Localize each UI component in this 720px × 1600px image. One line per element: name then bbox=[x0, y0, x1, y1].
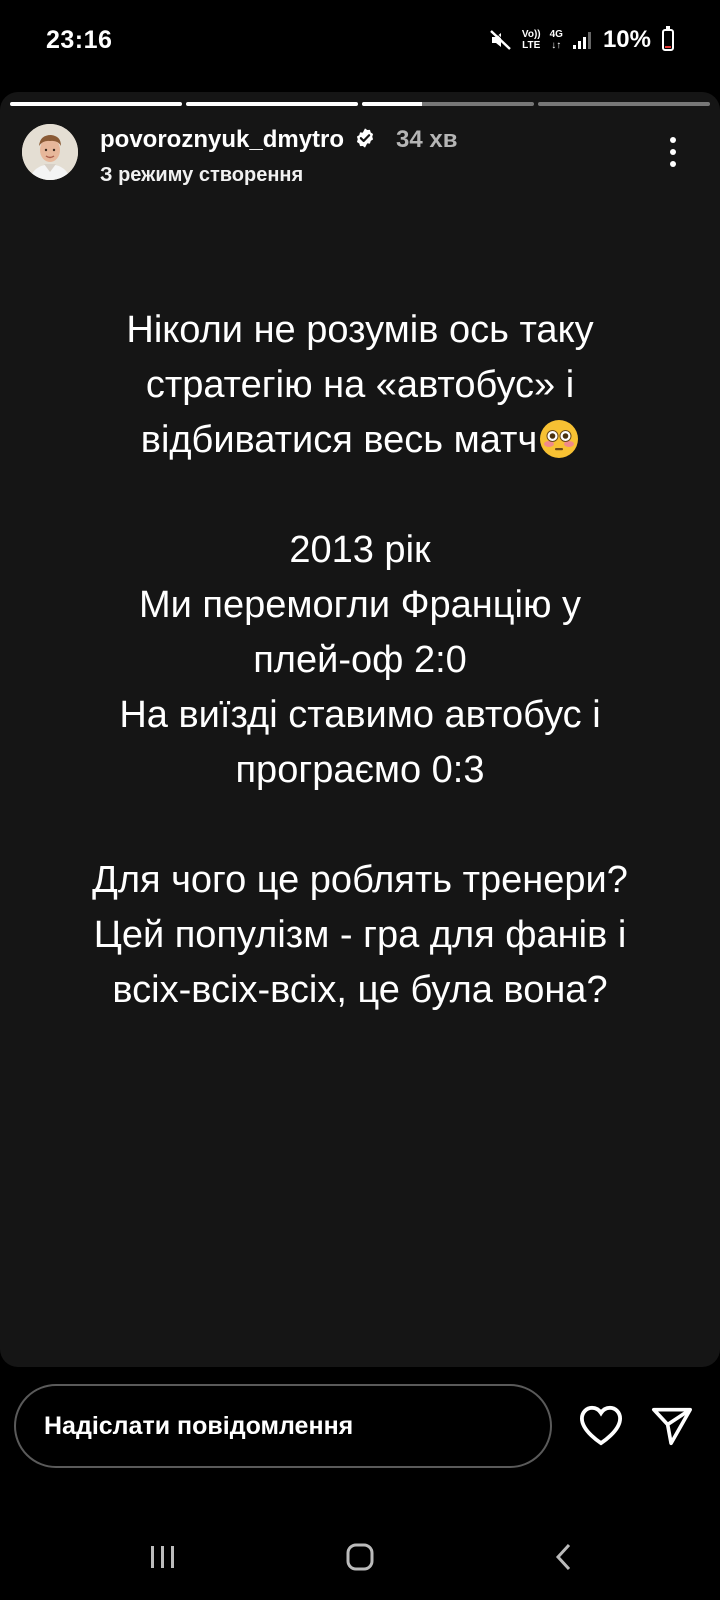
story-header: povoroznyuk_dmytro 34 хв З режиму створе… bbox=[22, 124, 700, 187]
story-text: Ніколи не розумів ось таку стратегію на «… bbox=[0, 303, 720, 1018]
battery-icon bbox=[662, 26, 674, 51]
story-text-line: 2013 рік bbox=[289, 529, 431, 571]
lte-label: LTE bbox=[522, 40, 541, 51]
story-text-line: На виїзді ставимо автобус і bbox=[119, 694, 601, 736]
progress-segment-fill bbox=[362, 102, 423, 106]
verified-badge-icon bbox=[354, 127, 376, 154]
story-text-line: Цей популізм - гра для фанів і bbox=[93, 914, 627, 956]
progress-segment bbox=[538, 102, 710, 106]
story-text-line: Ніколи не розумів ось таку bbox=[126, 309, 594, 351]
progress-segment-fill bbox=[186, 102, 358, 106]
volte-indicator: Vo)) LTE bbox=[522, 29, 541, 51]
status-time: 23:16 bbox=[46, 25, 113, 54]
story-text-line bbox=[0, 798, 720, 853]
story-card[interactable]: povoroznyuk_dmytro 34 хв З режиму створе… bbox=[0, 92, 720, 1367]
story-text-line: Ми перемогли Францію у bbox=[138, 584, 582, 626]
story-text-line: стратегію на «автобус» і bbox=[145, 364, 575, 406]
username[interactable]: povoroznyuk_dmytro bbox=[100, 126, 344, 154]
story-text-line: плей-оф 2:0 bbox=[253, 639, 467, 681]
signal-icon bbox=[572, 30, 594, 50]
network-gen-label: 4G bbox=[549, 29, 563, 40]
time-ago: 34 хв bbox=[396, 126, 458, 153]
message-input[interactable]: Надіслати повідомлення bbox=[14, 1384, 552, 1468]
progress-segment bbox=[362, 102, 534, 106]
story-progress bbox=[10, 102, 710, 106]
data-arrows-icon: ↓↑ bbox=[551, 40, 562, 51]
screen: 23:16 Vo)) LTE 4G ↓↑ 10% povoroznyuk_dmy… bbox=[0, 0, 720, 1600]
heart-icon[interactable] bbox=[578, 1404, 624, 1451]
progress-segment bbox=[10, 102, 182, 106]
status-icons: Vo)) LTE 4G ↓↑ 10% bbox=[489, 26, 674, 54]
progress-segment-fill bbox=[10, 102, 182, 106]
story-text-line: Для чого це роблять тренери? bbox=[92, 859, 628, 901]
story-subtitle[interactable]: З режиму створення bbox=[100, 164, 458, 187]
battery-fill bbox=[665, 46, 671, 48]
status-bar: 23:16 Vo)) LTE 4G ↓↑ 10% bbox=[0, 0, 720, 80]
story-text-line: програємо 0:3 bbox=[235, 749, 485, 791]
back-icon[interactable] bbox=[552, 1542, 576, 1577]
flushed-face-icon bbox=[539, 419, 579, 475]
story-text-line: всіх-всіх-всіх, це була вона? bbox=[112, 969, 608, 1011]
battery-percent: 10% bbox=[602, 26, 651, 53]
story-text-line bbox=[0, 468, 720, 523]
volte-label: Vo)) bbox=[521, 29, 541, 40]
home-icon[interactable] bbox=[345, 1542, 375, 1577]
network-gen-indicator: 4G ↓↑ bbox=[550, 29, 563, 51]
mute-icon bbox=[489, 28, 513, 52]
system-nav-bar bbox=[0, 1520, 720, 1600]
progress-segment bbox=[186, 102, 358, 106]
user-line: povoroznyuk_dmytro 34 хв bbox=[100, 126, 458, 154]
avatar[interactable] bbox=[22, 124, 78, 180]
story-text-line: відбиватися весь матч bbox=[0, 413, 720, 468]
message-input-placeholder: Надіслати повідомлення bbox=[44, 1411, 354, 1440]
send-icon[interactable] bbox=[650, 1406, 694, 1451]
more-vert-icon[interactable] bbox=[658, 132, 688, 172]
recent-apps-icon[interactable] bbox=[148, 1542, 178, 1577]
user-info: povoroznyuk_dmytro 34 хв З режиму створе… bbox=[100, 126, 458, 187]
